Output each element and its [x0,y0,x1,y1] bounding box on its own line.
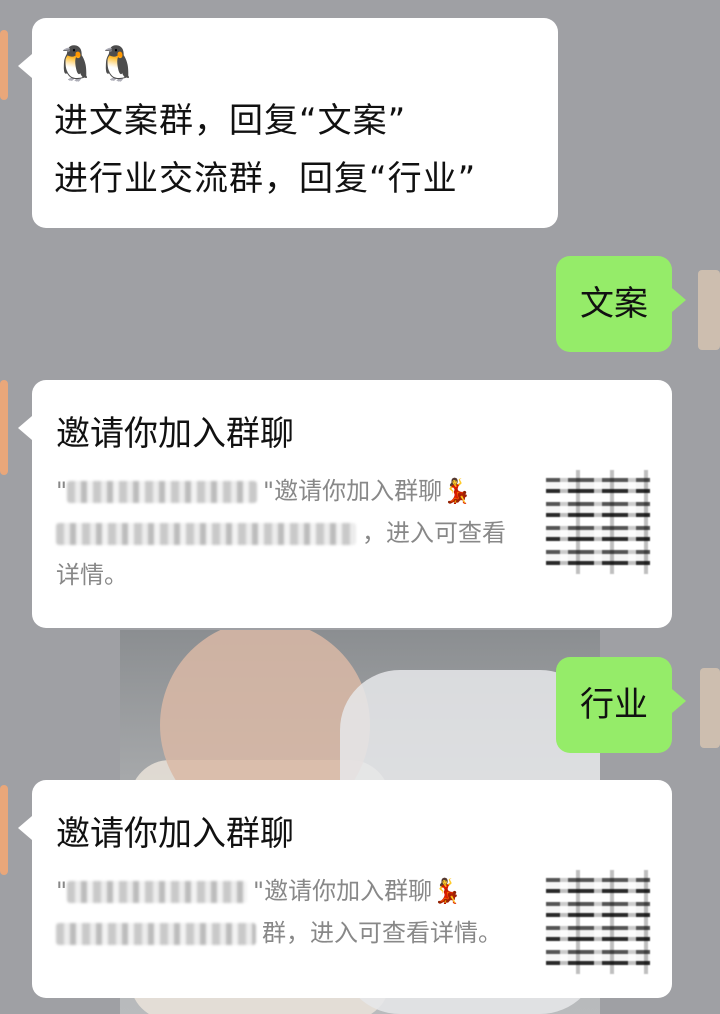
invite-text: "邀请你加入群聊 [253,877,433,905]
invite-tail-text: 群，进入可查看详情。 [262,919,502,947]
dancer-emoji: 💃 [442,477,472,505]
sender-avatar-edge[interactable] [0,785,8,875]
invite-title: 邀请你加入群聊 [56,414,294,454]
blurred-name [67,481,258,503]
group-invite-card[interactable]: 邀请你加入群聊 " "邀请你加入群聊💃 群，进入可查看详情。 [18,780,672,998]
message-line: 进行业交流群，回复“行业” [54,159,477,199]
my-avatar-edge[interactable] [700,668,720,748]
quote-mark: " [56,877,68,905]
invite-tail-text: 详情。 [56,561,128,589]
quote-mark: " [56,477,68,505]
reply-text: 行业 [580,685,648,725]
group-invite-card[interactable]: 邀请你加入群聊 " "邀请你加入群聊💃 ，进入可查看 详情。 [18,380,672,628]
reply-text: 文案 [580,284,648,324]
invite-description: " "邀请你加入群聊💃 群，进入可查看详情。 [56,870,526,954]
group-avatar-thumbnail [546,870,650,974]
invite-tail-text: ，进入可查看 [362,519,506,547]
sender-avatar-edge[interactable] [0,30,8,100]
blurred-name [67,881,248,903]
sender-avatar-edge[interactable] [0,380,8,475]
penguin-couple-emoji: 🐧🐧 [54,44,139,84]
outgoing-message-bubble[interactable]: 文案 [556,256,686,352]
message-line: 进文案群，回复“文案” [54,101,407,141]
outgoing-message-bubble[interactable]: 行业 [556,657,686,753]
invite-text: "邀请你加入群聊 [263,477,443,505]
dancer-emoji: 💃 [432,877,462,905]
group-avatar-thumbnail [546,470,650,574]
incoming-message-bubble[interactable]: 🐧🐧 进文案群，回复“文案” 进行业交流群，回复“行业” [18,18,558,228]
my-avatar-edge[interactable] [698,270,720,350]
blurred-group-name [56,923,256,945]
invite-description: " "邀请你加入群聊💃 ，进入可查看 详情。 [56,470,526,596]
blurred-group-name [56,523,356,545]
invite-title: 邀请你加入群聊 [56,814,294,854]
